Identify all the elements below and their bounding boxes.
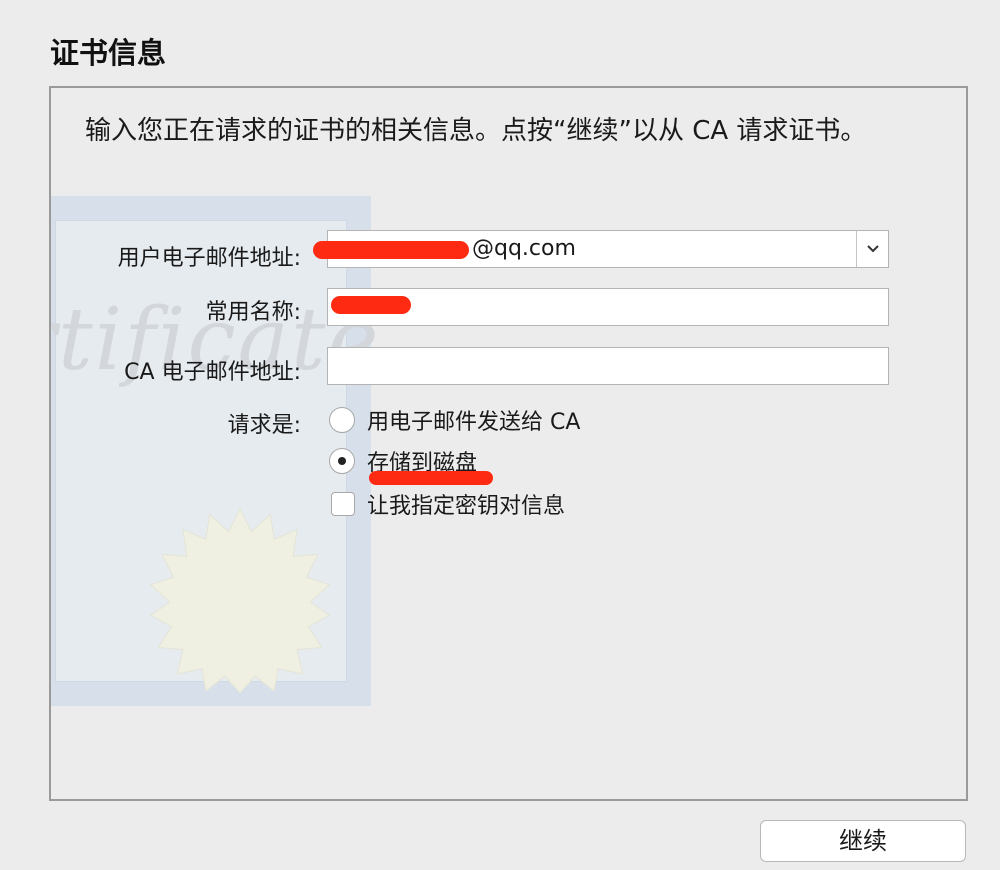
radio-button[interactable] (329, 407, 355, 433)
request-label: 请求是: (227, 413, 301, 438)
email-redaction (313, 241, 469, 259)
seal-icon (149, 507, 331, 694)
common-name-field[interactable] (327, 288, 889, 326)
radio-email-to-ca[interactable]: 用电子邮件发送给 CA (329, 404, 580, 436)
keypair-checkbox-row[interactable]: 让我指定密钥对信息 (331, 488, 565, 520)
radio-button-selected[interactable] (329, 448, 355, 474)
certificate-watermark: rtificate (51, 196, 378, 706)
common-name-redaction (331, 296, 411, 314)
ca-email-field[interactable] (327, 347, 889, 385)
email-label: 用户电子邮件地址: (117, 246, 301, 271)
continue-button[interactable]: 继续 (760, 820, 966, 862)
chevron-down-icon[interactable] (856, 231, 888, 267)
dialog-title: 证书信息 (50, 36, 167, 70)
radio-email-to-ca-label: 用电子邮件发送给 CA (367, 410, 581, 435)
certificate-info-panel: rtificate 输入您正在请求的证书的相关信息。点按“继续”以从 CA 请求… (49, 86, 968, 801)
intro-text: 输入您正在请求的证书的相关信息。点按“继续”以从 CA 请求证书。 (85, 116, 867, 146)
common-name-label: 常用名称: (205, 300, 301, 325)
ca-email-label: CA 电子邮件地址: (124, 360, 301, 385)
keypair-checkbox[interactable] (331, 492, 355, 516)
save-to-disk-redaction (369, 471, 493, 485)
email-value[interactable]: @qq.com (472, 231, 576, 267)
keypair-label: 让我指定密钥对信息 (367, 494, 566, 519)
